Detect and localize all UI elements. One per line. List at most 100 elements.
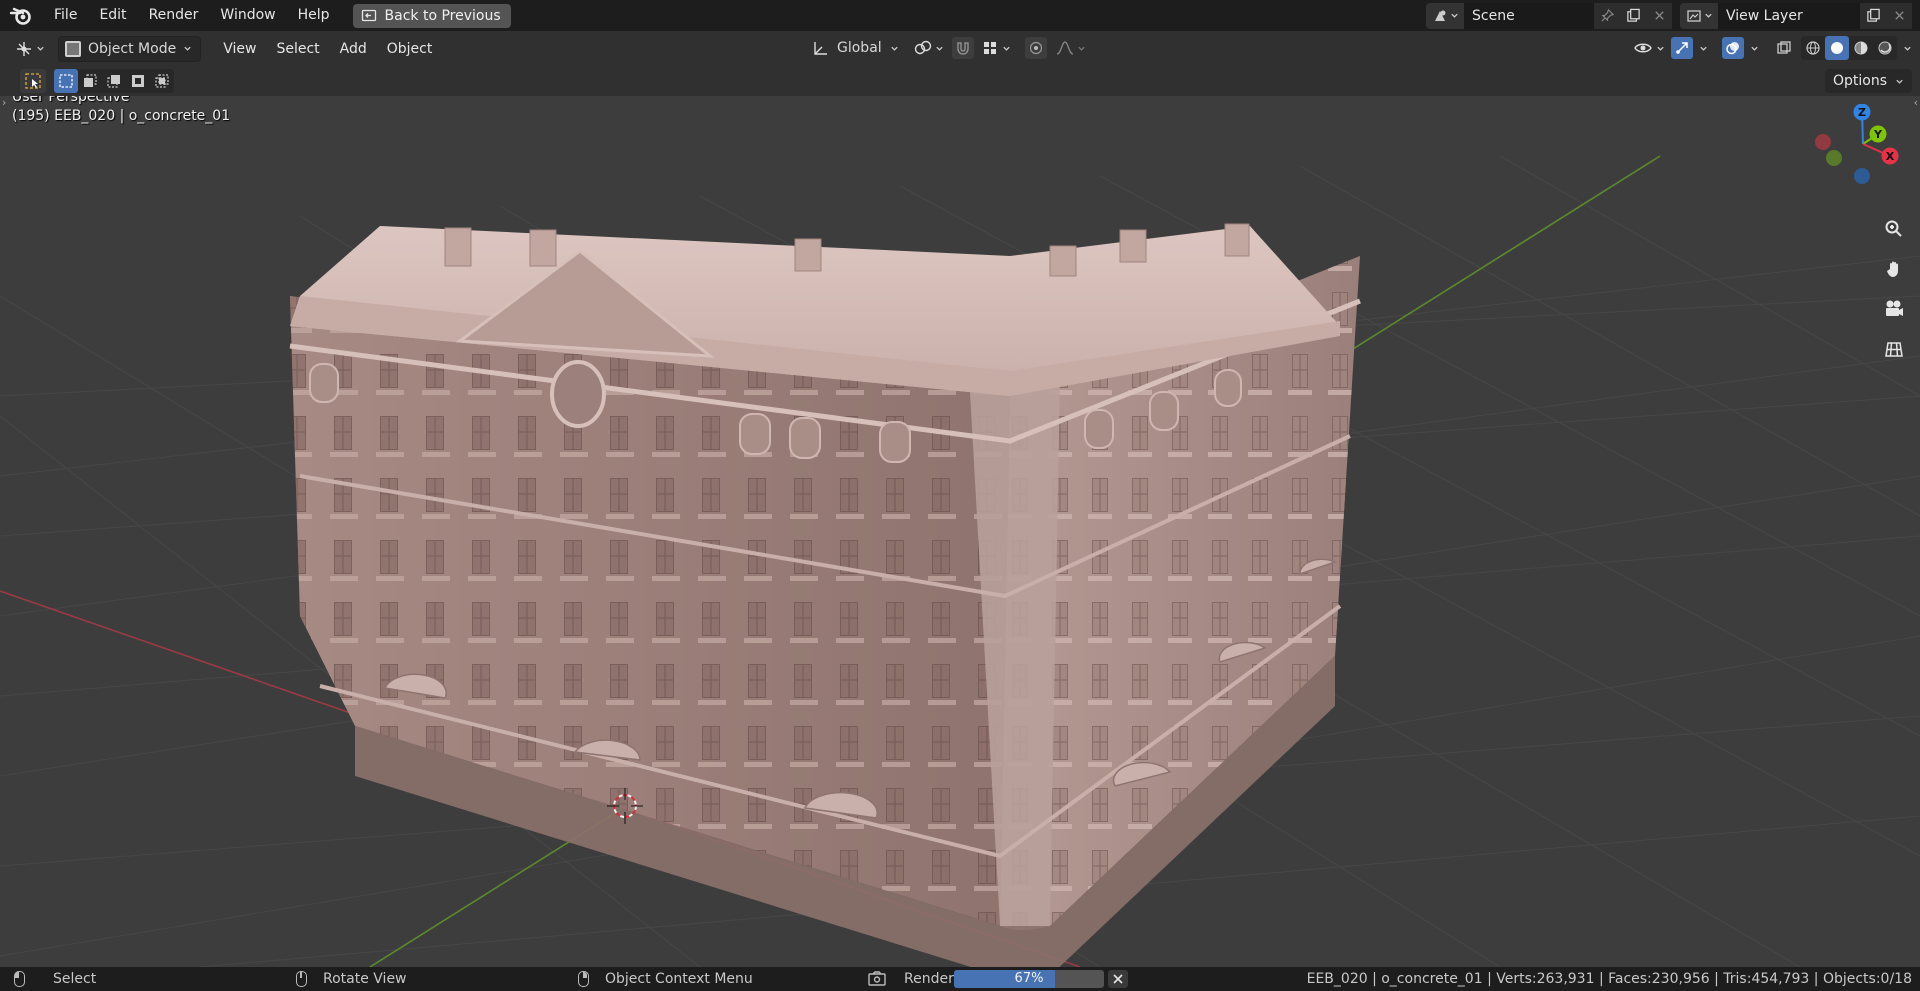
visibility-dropdown[interactable]: [1633, 35, 1665, 61]
eye-icon: [1634, 43, 1652, 53]
status-rotate-hint: Rotate View: [296, 967, 407, 991]
pivot-point-dropdown[interactable]: [913, 35, 944, 61]
render-progress-bar: 67%: [954, 970, 1104, 988]
proportional-editing-icon[interactable]: [1024, 37, 1047, 59]
gizmo-toggle-icon[interactable]: [1671, 37, 1693, 59]
interaction-mode-dropdown[interactable]: Object Mode: [58, 35, 202, 62]
select-box-tool-icon[interactable]: [20, 69, 46, 93]
pan-hand-icon[interactable]: [1879, 254, 1909, 284]
gizmo-neg-y-icon: [1826, 150, 1842, 166]
status-context-label: Object Context Menu: [605, 971, 753, 987]
overlays-dropdown-chevron-icon[interactable]: [1750, 44, 1759, 53]
orthographic-grid-icon[interactable]: [1879, 334, 1909, 364]
navigation-gizmo[interactable]: Z Y X: [1800, 104, 1910, 204]
selection-mode-group: [54, 69, 174, 93]
workspace-selectors: Scene View Layer: [1426, 0, 1920, 31]
cancel-render-button[interactable]: [1108, 970, 1128, 988]
view-layer-selector[interactable]: View Layer: [1680, 2, 1912, 29]
gizmo-neg-x-icon: [1815, 134, 1831, 150]
viewport-display-controls: [1633, 35, 1912, 61]
back-to-previous-button[interactable]: Back to Previous: [352, 3, 511, 28]
options-dropdown[interactable]: Options: [1824, 69, 1912, 93]
status-rotate-label: Rotate View: [323, 971, 407, 987]
blender-logo-icon[interactable]: [9, 4, 33, 28]
3d-viewport[interactable]: › ‹ User Perspective (195) EEB_020 | o_c…: [0, 96, 1920, 967]
navigation-tools: [1879, 214, 1909, 364]
mouse-middle-icon: [296, 971, 307, 987]
delete-scene-icon[interactable]: [1646, 2, 1672, 29]
pin-icon[interactable]: [1594, 2, 1620, 29]
new-scene-icon[interactable]: [1620, 2, 1646, 29]
snap-target-dropdown[interactable]: [982, 35, 1011, 61]
select-invert-icon[interactable]: [126, 69, 150, 93]
3d-viewport-icon: [17, 41, 31, 56]
status-select-label: Select: [53, 971, 97, 987]
menu-view[interactable]: View: [213, 36, 266, 62]
new-view-layer-icon[interactable]: [1860, 2, 1886, 29]
delete-view-layer-icon[interactable]: [1886, 2, 1912, 29]
view-layer-name-field[interactable]: View Layer: [1718, 2, 1860, 29]
menu-select[interactable]: Select: [266, 36, 329, 62]
transform-controls: Global: [805, 35, 1086, 61]
mouse-left-icon: [14, 971, 25, 987]
options-label: Options: [1832, 73, 1887, 89]
toolbar-toggle-icon[interactable]: ›: [2, 96, 6, 109]
status-bar: Select Rotate View Object Context Menu R…: [0, 967, 1920, 991]
select-new-icon[interactable]: [54, 69, 78, 93]
viewport-object-info: (195) EEB_020 | o_concrete_01: [12, 108, 231, 124]
menu-window[interactable]: Window: [209, 0, 286, 31]
snap-grid-icon: [983, 42, 996, 54]
menu-add[interactable]: Add: [330, 36, 377, 62]
overlays-toggle-icon[interactable]: [1722, 37, 1744, 59]
tool-settings-row: Options: [0, 66, 1920, 96]
gizmo-dropdown-chevron-icon[interactable]: [1699, 44, 1708, 53]
sidebar-toggle-icon[interactable]: ‹: [1914, 96, 1918, 109]
snap-magnet-icon[interactable]: [951, 37, 974, 59]
wireframe-shading-icon[interactable]: [1801, 36, 1825, 60]
viewport-header: Object Mode View Select Add Object Globa…: [0, 31, 1920, 66]
transform-orientation-label: Global: [837, 40, 882, 56]
back-screen-icon: [361, 9, 376, 21]
status-context-hint: Object Context Menu: [578, 967, 753, 991]
select-extend-icon[interactable]: [78, 69, 102, 93]
gizmo-neg-z-icon: [1854, 168, 1870, 184]
gizmo-x-label: X: [1886, 150, 1895, 163]
material-preview-shading-icon[interactable]: [1849, 36, 1873, 60]
viewport-scene[interactable]: [0, 96, 1920, 967]
status-render-job: Render: [868, 967, 954, 991]
shading-mode-group: [1801, 36, 1897, 60]
zoom-icon[interactable]: [1879, 214, 1909, 244]
select-subtract-icon[interactable]: [102, 69, 126, 93]
falloff-curve-icon: [1056, 41, 1073, 55]
close-icon: [1113, 974, 1123, 984]
menu-object[interactable]: Object: [377, 36, 443, 62]
menu-edit[interactable]: Edit: [88, 0, 137, 31]
mouse-right-icon: [578, 971, 589, 987]
camera-view-icon[interactable]: [1879, 294, 1909, 324]
menu-file[interactable]: File: [43, 0, 88, 31]
interaction-mode-label: Object Mode: [88, 40, 177, 57]
scene-selector[interactable]: Scene: [1426, 2, 1672, 29]
object-mode-icon: [65, 40, 81, 57]
render-job-icon: [868, 971, 886, 986]
menu-help[interactable]: Help: [287, 0, 341, 31]
xray-toggle-icon[interactable]: [1773, 37, 1795, 59]
view-layer-icon[interactable]: [1680, 2, 1718, 29]
gizmo-z-label: Z: [1858, 106, 1866, 119]
render-progress-label: 67%: [1014, 971, 1044, 986]
render-job-label: Render: [904, 971, 954, 987]
scene-icon[interactable]: [1426, 2, 1464, 29]
pivot-link-icon: [914, 40, 931, 55]
solid-shading-icon[interactable]: [1825, 36, 1849, 60]
editor-type-selector[interactable]: [10, 36, 50, 62]
scene-statistics: EEB_020 | o_concrete_01 | Verts:263,931 …: [1306, 971, 1912, 987]
proportional-falloff-dropdown[interactable]: [1055, 35, 1086, 61]
shading-dropdown-chevron-icon[interactable]: [1903, 44, 1912, 53]
select-intersect-icon[interactable]: [150, 69, 174, 93]
rendered-shading-icon[interactable]: [1873, 36, 1897, 60]
scene-name-field[interactable]: Scene: [1464, 2, 1594, 29]
menu-render[interactable]: Render: [138, 0, 210, 31]
top-menu-bar: File Edit Render Window Help Back to Pre…: [0, 0, 1920, 31]
transform-orientation-dropdown[interactable]: Global: [805, 35, 905, 61]
gizmo-y-label: Y: [1873, 128, 1883, 141]
